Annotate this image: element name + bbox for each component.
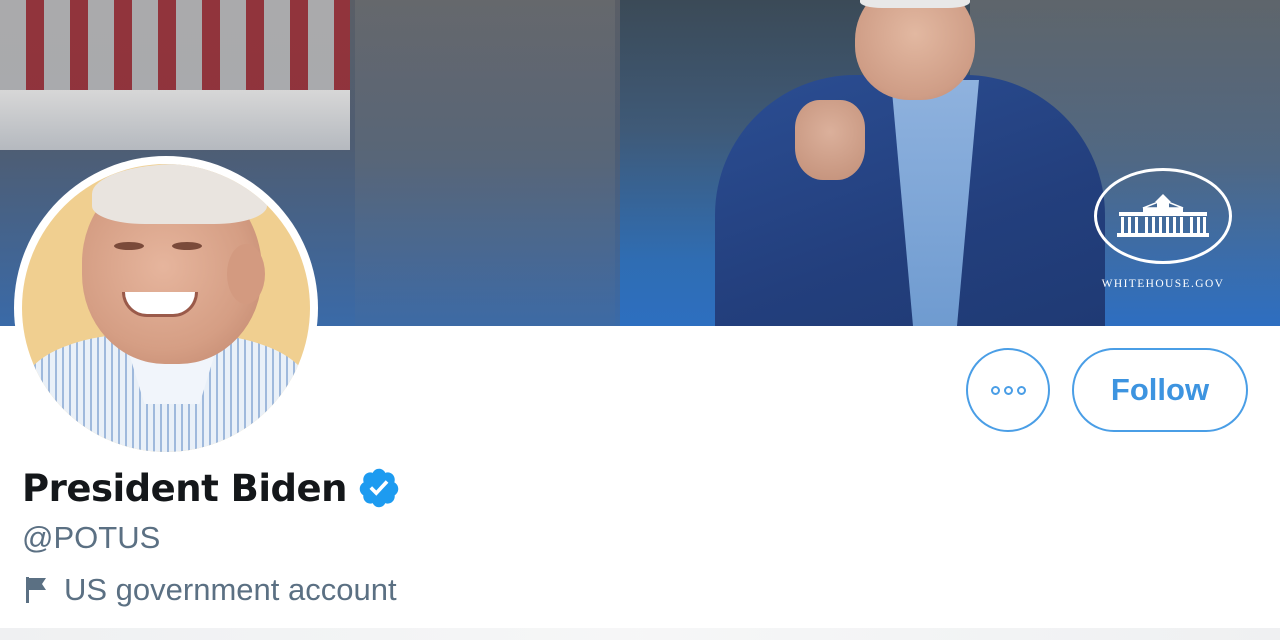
more-options-button[interactable] bbox=[966, 348, 1050, 432]
flag-icon bbox=[24, 575, 50, 605]
profile-page: WHITEHOUSE.GOV Follow President Biden @P… bbox=[0, 0, 1280, 640]
bio-text-cutoff bbox=[0, 628, 1280, 640]
profile-display-name: President Biden bbox=[22, 466, 347, 510]
profile-avatar[interactable] bbox=[14, 156, 318, 460]
banner-figure bbox=[715, 0, 1105, 326]
more-dots-icon bbox=[990, 385, 1026, 395]
profile-name-row: President Biden bbox=[22, 466, 401, 510]
follow-button[interactable]: Follow bbox=[1072, 348, 1248, 432]
white-house-logo-icon bbox=[1094, 168, 1232, 264]
whitehouse-gov-watermark: WHITEHOUSE.GOV bbox=[1101, 278, 1225, 290]
avatar-photo bbox=[22, 164, 310, 452]
government-account-label[interactable]: US government account bbox=[24, 572, 397, 608]
banner-flag-base bbox=[0, 90, 350, 150]
verified-badge-icon[interactable] bbox=[357, 466, 401, 510]
government-account-text: US government account bbox=[64, 572, 397, 607]
profile-handle: @POTUS bbox=[22, 520, 161, 555]
banner-column bbox=[355, 0, 615, 326]
